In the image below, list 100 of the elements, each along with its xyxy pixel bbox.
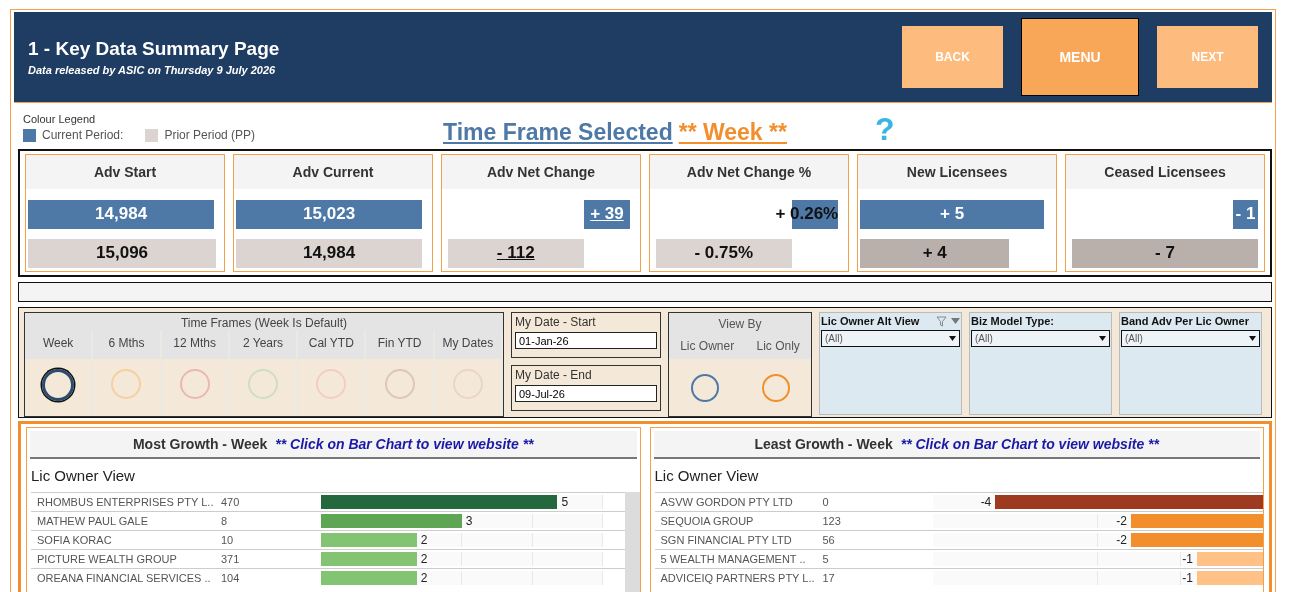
panel-subtitle: Lic Owner View: [30, 466, 136, 486]
owner-count: 470: [221, 496, 241, 508]
panel-title: Most Growth - Week: [132, 436, 268, 452]
filter-title: Lic Owner Alt View: [821, 315, 920, 327]
filter-title: Band Adv Per Lic Owner: [1121, 315, 1249, 327]
growth-bar[interactable]: [321, 514, 462, 528]
owner-name: SEQUOIA GROUP: [659, 515, 755, 527]
date-field[interactable]: 01-Jan-26: [515, 332, 657, 349]
owner-name: ASVW GORDON PTY LTD: [659, 496, 794, 508]
kpi-bar[interactable]: - 7: [1071, 238, 1259, 268]
kpi-bar[interactable]: 14,984: [28, 199, 215, 229]
caret-icon: [1099, 336, 1106, 341]
owner-name: PICTURE WEALTH GROUP: [36, 553, 178, 565]
date-field[interactable]: 09-Jul-26: [515, 385, 657, 402]
bar-value: -2: [1116, 533, 1127, 547]
growth-bar[interactable]: [321, 571, 417, 585]
time-frame-label: 2 Years: [229, 330, 297, 359]
filter-dropdown[interactable]: (All): [821, 330, 960, 347]
time-frame-label: Time Frame Selected: [443, 119, 673, 146]
kpi-bar[interactable]: 15,023: [236, 199, 423, 229]
caret-icon: [949, 336, 956, 341]
caret-icon[interactable]: [951, 318, 960, 324]
owner-name: OREANA FINANCIAL SERVICES ..: [36, 572, 212, 584]
time-frame-value: ** Week **: [678, 119, 787, 146]
bar-value: -4: [980, 495, 992, 509]
scrollbar[interactable]: [624, 492, 640, 592]
filter-dropdown[interactable]: (All): [971, 330, 1110, 347]
date-label: My Date - End: [515, 368, 593, 382]
owner-count: 8: [221, 515, 229, 527]
view-by-option[interactable]: [690, 373, 719, 402]
kpi-bar[interactable]: - 1: [1232, 199, 1259, 229]
panel-subtitle: Lic Owner View: [653, 466, 760, 486]
growth-bar[interactable]: [1130, 533, 1263, 547]
bar-value: 2: [420, 571, 428, 585]
owner-count: 10: [221, 534, 235, 546]
kpi-bar[interactable]: - 112: [447, 238, 584, 268]
owner-count: 5: [822, 553, 830, 565]
legend-label: Prior Period (PP): [164, 128, 256, 142]
bar-value: 2: [420, 552, 428, 566]
kpi-bar[interactable]: + 39: [583, 199, 631, 229]
owner-name: SGN FINANCIAL PTY LTD: [659, 534, 793, 546]
kpi-bar[interactable]: 15,096: [28, 238, 217, 268]
legend-title: Colour Legend: [23, 113, 97, 125]
filter-title: Biz Model Type:: [971, 315, 1054, 327]
kpi-title: Adv Net Change %: [650, 155, 848, 189]
release-date-text: Data released by ASIC on Thursday 9 July 2026: [28, 64, 277, 76]
owner-name: ADVICEIQ PARTNERS PTY L..: [659, 572, 816, 584]
panel-note: ** Click on Bar Chart to view website **: [275, 436, 534, 452]
kpi-bar[interactable]: + 4: [860, 238, 1010, 268]
filter-icon[interactable]: [936, 315, 947, 327]
kpi-title: Adv Current: [234, 155, 432, 189]
view-by-label: Lic Owner: [680, 339, 735, 353]
owner-count: 104: [221, 572, 241, 584]
kpi-title: Adv Start: [26, 155, 224, 189]
growth-bar[interactable]: [995, 495, 1263, 509]
time-frame-label: 12 Mths: [161, 330, 228, 359]
page-title: 1 - Key Data Summary Page: [28, 38, 280, 60]
bar-value: -2: [1116, 514, 1127, 528]
kpi-title: Adv Net Change: [442, 155, 640, 189]
owner-count: 123: [822, 515, 842, 527]
caret-icon: [1249, 336, 1256, 341]
owner-count: 17: [822, 572, 836, 584]
filter-dropdown[interactable]: (All): [1121, 330, 1260, 347]
growth-bar[interactable]: [1130, 514, 1263, 528]
owner-count: 56: [822, 534, 836, 546]
view-by-label: Lic Only: [756, 339, 800, 353]
owner-name: 5 WEALTH MANAGEMENT ..: [659, 553, 807, 565]
owner-name: RHOMBUS ENTERPRISES PTY L..: [36, 496, 215, 508]
bar-value: 2: [420, 533, 428, 547]
time-frame-label: 6 Mths: [93, 330, 160, 359]
bar-value: -1: [1182, 552, 1193, 566]
panel-title: Least Growth - Week: [754, 436, 893, 452]
owner-name: MATHEW PAUL GALE: [36, 515, 150, 527]
kpi-bar[interactable]: 14,984: [236, 238, 423, 268]
view-by-title: View By: [669, 313, 811, 331]
kpi-bar[interactable]: + 5: [860, 199, 1045, 229]
owner-count: 0: [822, 496, 830, 508]
growth-bar[interactable]: [321, 495, 558, 509]
growth-bar[interactable]: [321, 552, 417, 566]
time-frames-title: Time Frames (Week Is Default): [25, 313, 503, 330]
kpi-title: Ceased Licensees: [1066, 155, 1264, 189]
growth-bar[interactable]: [1196, 571, 1263, 585]
time-frame-option[interactable]: [42, 369, 75, 401]
owner-name: SOFIA KORAC: [36, 534, 113, 546]
time-frame-label: Fin YTD: [366, 330, 433, 359]
legend-label: Current Period:: [42, 128, 124, 142]
bar-value: 5: [561, 495, 569, 509]
kpi-bar[interactable]: - 0.75%: [655, 238, 792, 268]
view-by-option[interactable]: [761, 373, 790, 402]
growth-bar[interactable]: [321, 533, 417, 547]
panel-note: ** Click on Bar Chart to view website **: [900, 436, 1159, 452]
bar-value: -1: [1182, 571, 1193, 585]
time-frame-label: My Dates: [434, 330, 501, 359]
growth-bar[interactable]: [1196, 552, 1263, 566]
bar-value: 3: [465, 514, 473, 528]
kpi-title: New Licensees: [858, 155, 1056, 189]
time-frame-label: Week: [25, 330, 92, 359]
owner-count: 371: [221, 553, 241, 565]
time-frame-label: Cal YTD: [298, 330, 365, 359]
date-label: My Date - Start: [515, 315, 597, 329]
